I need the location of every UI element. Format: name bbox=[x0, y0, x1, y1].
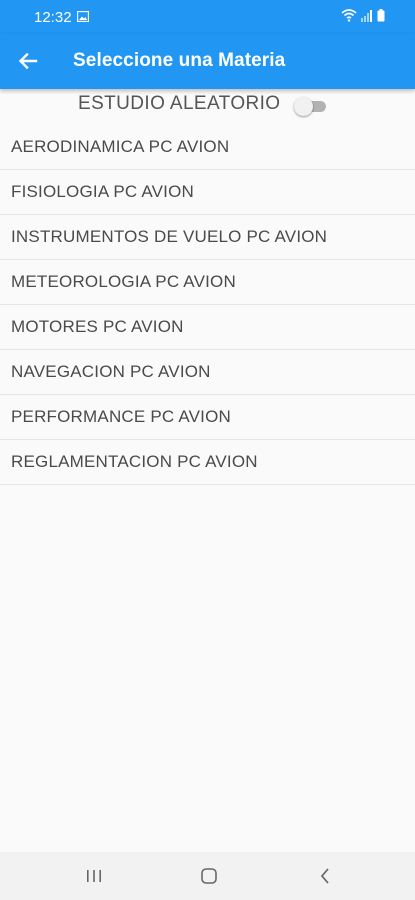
random-study-toggle[interactable] bbox=[294, 97, 326, 116]
signal-icon bbox=[361, 9, 372, 22]
random-study-row: ESTUDIO ALEATORIO bbox=[0, 89, 415, 125]
status-icons bbox=[341, 9, 385, 22]
subject-item-aerodinamica[interactable]: AERODINAMICA PC AVION bbox=[0, 125, 415, 170]
back-icon[interactable] bbox=[318, 867, 332, 885]
home-icon[interactable] bbox=[200, 867, 218, 885]
subject-item-reglamentacion[interactable]: REGLAMENTACION PC AVION bbox=[0, 440, 415, 485]
arrow-left-icon[interactable] bbox=[14, 47, 42, 75]
subject-item-instrumentos[interactable]: INSTRUMENTOS DE VUELO PC AVION bbox=[0, 215, 415, 260]
wifi-icon bbox=[341, 9, 357, 22]
image-icon bbox=[77, 11, 89, 22]
recent-apps-icon[interactable] bbox=[84, 868, 104, 884]
subject-item-meteorologia[interactable]: METEOROLOGIA PC AVION bbox=[0, 260, 415, 305]
subject-item-fisiologia[interactable]: FISIOLOGIA PC AVION bbox=[0, 170, 415, 215]
status-time: 12:32 bbox=[34, 9, 72, 26]
toggle-thumb bbox=[294, 97, 313, 116]
subject-item-performance[interactable]: PERFORMANCE PC AVION bbox=[0, 395, 415, 440]
system-nav-bar bbox=[0, 852, 415, 900]
random-study-label: ESTUDIO ALEATORIO bbox=[78, 93, 281, 114]
battery-icon bbox=[377, 9, 385, 22]
subject-list: AERODINAMICA PC AVION FISIOLOGIA PC AVIO… bbox=[0, 125, 415, 485]
app-bar: Seleccione una Materia bbox=[0, 34, 415, 89]
status-bar: 12:32 bbox=[0, 0, 415, 34]
page-title: Seleccione una Materia bbox=[73, 50, 286, 71]
subject-item-motores[interactable]: MOTORES PC AVION bbox=[0, 305, 415, 350]
subject-item-navegacion[interactable]: NAVEGACION PC AVION bbox=[0, 350, 415, 395]
